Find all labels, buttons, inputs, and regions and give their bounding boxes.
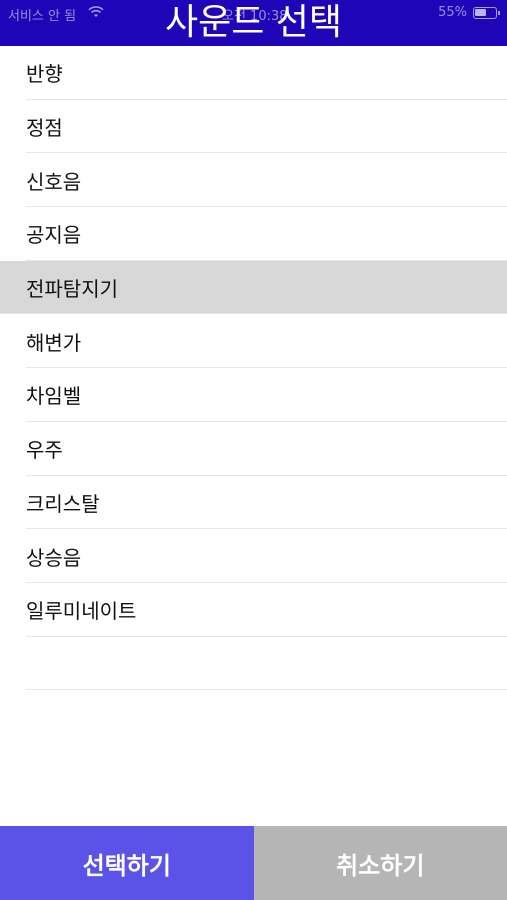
sound-list-item-label: 크리스탈 <box>26 491 100 516</box>
action-bar: 선택하기 취소하기 <box>0 826 507 900</box>
sound-list-item-label: 해변가 <box>26 330 82 355</box>
sound-list-item-label: 공지음 <box>26 223 82 248</box>
cancel-button[interactable]: 취소하기 <box>253 826 507 900</box>
sound-list-item-label: 우주 <box>26 438 63 463</box>
sound-list-item[interactable]: 우주 <box>0 422 507 476</box>
navigation-header: 서비스 안 됨 오전 10:38 55% 사운드 선택 <box>0 0 507 46</box>
sound-list-item <box>0 637 507 691</box>
sound-list-item-label: 신호음 <box>26 169 82 194</box>
sound-list-item-label: 반향 <box>26 62 63 87</box>
sound-list: 반향정점신호음공지음전파탐지기해변가차임벨우주크리스탈상승음일루미네이트 <box>0 46 507 690</box>
sound-list-item-label: 차임벨 <box>26 384 82 409</box>
sound-list-item-label: 정점 <box>26 116 63 141</box>
sound-list-item[interactable]: 차임벨 <box>0 368 507 422</box>
sound-list-item-label: 전파탐지기 <box>26 277 118 302</box>
sound-list-item[interactable]: 반향 <box>0 46 507 100</box>
sound-list-item[interactable]: 크리스탈 <box>0 476 507 530</box>
sound-list-item[interactable]: 신호음 <box>0 153 507 207</box>
sound-list-item[interactable]: 공지음 <box>0 207 507 261</box>
sound-list-item[interactable]: 해변가 <box>0 314 507 368</box>
sound-list-item-label: 상승음 <box>26 545 82 570</box>
sound-list-item[interactable]: 상승음 <box>0 529 507 583</box>
sound-list-item-label: 일루미네이트 <box>26 599 137 624</box>
page-title: 사운드 선택 <box>164 2 343 43</box>
select-button[interactable]: 선택하기 <box>0 826 254 900</box>
sound-list-item[interactable]: 전파탐지기 <box>0 260 507 315</box>
sound-list-item[interactable]: 정점 <box>0 100 507 154</box>
sound-list-item[interactable]: 일루미네이트 <box>0 583 507 637</box>
